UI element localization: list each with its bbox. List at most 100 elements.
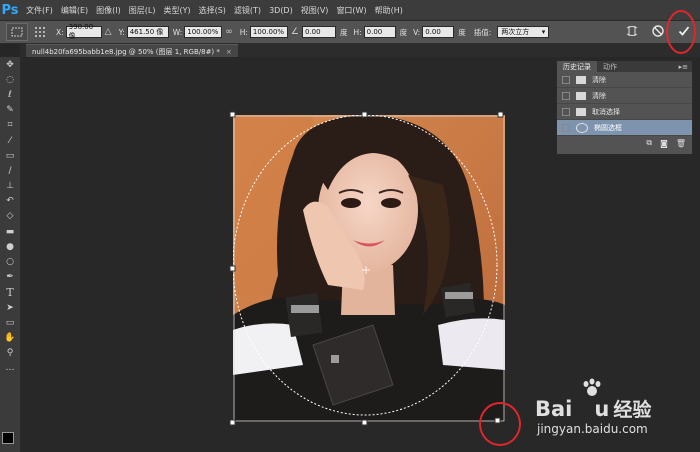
tab-actions[interactable]: 动作 xyxy=(597,61,623,72)
rotate-input[interactable]: 0.00 xyxy=(301,26,336,38)
panel-menu-icon[interactable]: ▸≡ xyxy=(679,63,688,71)
quick-select-icon[interactable]: ✎ xyxy=(0,103,20,118)
history-item-selected[interactable]: 椭圆选框 xyxy=(557,120,692,136)
history-item[interactable]: 清除 xyxy=(557,88,692,104)
history-item[interactable]: 取消选择 xyxy=(557,104,692,120)
menu-file[interactable]: 文件(F) xyxy=(26,5,53,16)
handle-bottom[interactable] xyxy=(361,419,368,426)
menu-bar: Ps 文件(F) 编辑(E) 图像(I) 图层(L) 类型(Y) 选择(S) 滤… xyxy=(0,0,700,21)
x-label: X: xyxy=(56,27,64,37)
link-icon[interactable]: ∞ xyxy=(225,27,233,37)
gradient-icon[interactable]: ▬ xyxy=(0,224,20,239)
history-state-icon xyxy=(576,107,586,116)
new-document-from-state-icon[interactable]: ⧉ xyxy=(646,138,652,148)
more-icon[interactable]: … xyxy=(0,361,20,376)
document-tab[interactable]: null4b20fa695babb1e8.jpg @ 50% (图层 1, RG… xyxy=(26,44,238,58)
snapshot-camera-icon[interactable]: ◙ xyxy=(660,139,668,148)
watermark-logo: Bai u 经验 xyxy=(535,395,651,422)
blur-icon[interactable]: ● xyxy=(0,239,20,254)
lasso-icon[interactable]: ℓ xyxy=(0,87,20,102)
crop-icon[interactable]: ⌗ xyxy=(0,118,20,133)
warp-mode-icon[interactable] xyxy=(626,25,638,40)
watermark-brand-tail: u xyxy=(594,397,610,421)
menu-select[interactable]: 选择(S) xyxy=(199,5,226,16)
elliptical-marquee-icon[interactable]: ◌ xyxy=(0,72,20,87)
history-item[interactable]: 清除 xyxy=(557,72,692,88)
trash-icon[interactable]: 🗑 xyxy=(676,139,686,148)
x-input[interactable]: 390.00 像 xyxy=(65,23,102,40)
h-skew-unit: 度 xyxy=(399,27,408,37)
watermark-brand: Bai xyxy=(535,397,573,421)
height-input[interactable]: 100.00% xyxy=(249,26,288,38)
y-input[interactable]: 461.50 像 xyxy=(126,26,169,38)
handle-top-left[interactable] xyxy=(229,111,236,118)
rotate-angle-icon: ∠ xyxy=(290,27,299,37)
eyedropper-icon[interactable]: ⁄ xyxy=(0,133,20,148)
history-item-label: 清除 xyxy=(592,91,606,100)
hand-icon[interactable]: ✋ xyxy=(0,330,20,345)
tools-panel: ✥ ◌ ℓ ✎ ⌗ ⁄ ▭ ∕ ⊥ ↶ ◇ ▬ ● ○ ✒ T ➤ ▭ ✋ ⚲ … xyxy=(0,57,21,452)
interpolation-select[interactable]: 两次立方 ▾ xyxy=(497,26,550,38)
close-icon[interactable]: × xyxy=(226,48,232,56)
cancel-transform-icon[interactable] xyxy=(652,24,664,40)
h-label: H: xyxy=(239,27,248,37)
menu-help[interactable]: 帮助(H) xyxy=(375,5,403,16)
watermark-url: jingyan.baidu.com xyxy=(537,422,648,436)
w-label: W: xyxy=(172,27,183,37)
transform-options-bar: X: 390.00 像 △ Y: 461.50 像 W: 100.00% ∞ H… xyxy=(0,21,700,44)
transform-icon xyxy=(11,27,23,37)
history-checkbox[interactable] xyxy=(562,75,570,84)
history-state-icon xyxy=(576,91,586,100)
pen-icon[interactable]: ✒ xyxy=(0,270,20,285)
menu-image[interactable]: 图像(I) xyxy=(96,5,121,16)
v-skew-input[interactable]: 0.00 xyxy=(422,26,455,38)
reference-point-icon[interactable] xyxy=(34,26,46,38)
type-icon[interactable]: T xyxy=(0,285,20,300)
h-skew-input[interactable]: 0.00 xyxy=(363,26,396,38)
transform-handles xyxy=(229,111,504,426)
tab-history[interactable]: 历史记录 xyxy=(557,61,597,72)
zoom-icon[interactable]: ⚲ xyxy=(0,346,20,361)
history-brush-icon[interactable]: ↶ xyxy=(0,194,20,209)
brush-icon[interactable]: ∕ xyxy=(0,163,20,178)
width-input[interactable]: 100.00% xyxy=(184,26,223,38)
dodge-icon[interactable]: ○ xyxy=(0,254,20,269)
menu-view[interactable]: 视图(V) xyxy=(301,5,329,16)
menu-type[interactable]: 类型(Y) xyxy=(163,5,190,16)
rectangle-icon[interactable]: ▭ xyxy=(0,315,20,330)
menu-layer[interactable]: 图层(L) xyxy=(129,5,156,16)
y-label: Y: xyxy=(118,27,125,37)
interpolation-label: 插值: xyxy=(473,27,492,37)
handle-top[interactable] xyxy=(361,111,368,118)
path-select-icon[interactable]: ➤ xyxy=(0,300,20,315)
foreground-color-swatch[interactable] xyxy=(2,432,14,444)
chevron-down-icon: ▾ xyxy=(541,28,546,36)
menu-3d[interactable]: 3D(D) xyxy=(269,6,293,15)
move-icon[interactable]: ✥ xyxy=(0,57,20,72)
history-checkbox[interactable] xyxy=(562,123,570,132)
history-checkbox[interactable] xyxy=(562,107,570,116)
rotate-unit: 度 xyxy=(339,27,348,37)
clone-stamp-icon[interactable]: ⊥ xyxy=(0,179,20,194)
menu-edit[interactable]: 编辑(E) xyxy=(61,5,88,16)
document-title: null4b20fa695babb1e8.jpg @ 50% (图层 1, RG… xyxy=(32,47,220,56)
tool-preset-picker[interactable] xyxy=(6,23,28,41)
menu-filter[interactable]: 滤镜(T) xyxy=(234,5,261,16)
document-tab-bar: null4b20fa695babb1e8.jpg @ 50% (图层 1, RG… xyxy=(20,44,700,58)
highlight-circle-commit xyxy=(666,10,696,54)
healing-brush-icon[interactable]: ▭ xyxy=(0,148,20,163)
handle-bottom-left[interactable] xyxy=(229,419,236,426)
watermark-jingyan: 经验 xyxy=(613,399,652,421)
photoshop-logo: Ps xyxy=(1,2,19,18)
history-state-icon xyxy=(576,75,586,84)
eraser-icon[interactable]: ◇ xyxy=(0,209,20,224)
history-item-label: 椭圆选框 xyxy=(594,123,622,132)
history-item-label: 取消选择 xyxy=(592,107,620,116)
relative-position-icon[interactable]: △ xyxy=(105,27,112,37)
handle-top-right[interactable] xyxy=(497,111,504,118)
menu-window[interactable]: 窗口(W) xyxy=(336,5,366,16)
history-footer: ⧉ ◙ 🗑 xyxy=(557,136,692,150)
handle-left[interactable] xyxy=(229,265,236,272)
history-checkbox[interactable] xyxy=(562,91,570,100)
history-item-label: 清除 xyxy=(592,75,606,84)
